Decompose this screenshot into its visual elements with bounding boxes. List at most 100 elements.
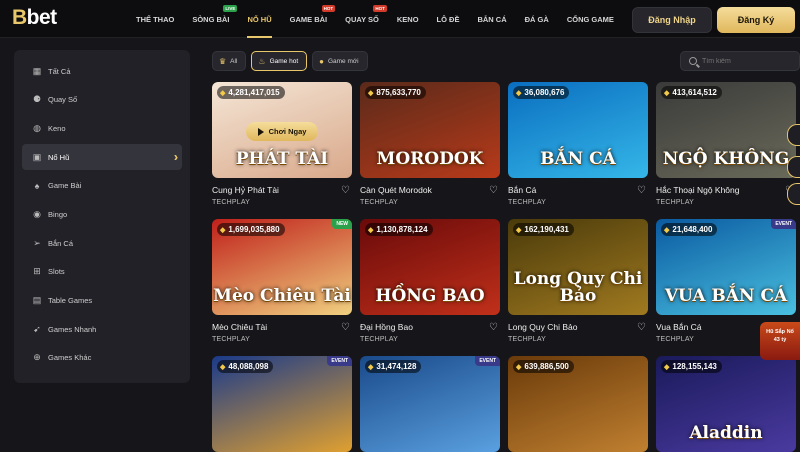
sidebar-item[interactable]: ▣Nổ Hũ››› — [22, 144, 182, 171]
game-provider: TECHPLAY — [508, 199, 547, 206]
game-tag: NEW — [332, 219, 352, 229]
game-tag: EVENT — [475, 356, 500, 366]
floating-chat-tab[interactable] — [787, 183, 800, 205]
game-card[interactable]: ◆ 48,088,098 EVENT — [212, 356, 352, 452]
nav-item[interactable]: GAME BÀI HOT — [289, 0, 336, 38]
nav-item[interactable]: SÒNG BÀI LIVE — [192, 0, 238, 38]
sidebar-item[interactable]: ⊕ Games Khác — [22, 345, 182, 371]
sidebar-item[interactable]: ◉ Bingo — [22, 201, 182, 227]
login-button[interactable]: Đăng Nhập — [632, 7, 712, 33]
game-card[interactable]: ◆ 128,155,143 Aladdin — [656, 356, 796, 452]
nav-item-label: NỔ HŨ — [247, 14, 272, 24]
game-thumbnail[interactable]: ◆ 48,088,098 EVENT — [212, 356, 352, 452]
diamond-icon: ◆ — [220, 89, 226, 97]
search-input[interactable] — [702, 57, 792, 65]
game-thumbnail[interactable]: ◆ 4,281,417,015 PHÁT TÀI Chơi Ngay — [212, 82, 352, 178]
game-thumbnail[interactable]: ◆ 31,474,128 EVENT — [360, 356, 500, 452]
game-thumbnail[interactable]: ◆ 21,648,400 EVENT VUA BẮN CÁ — [656, 219, 796, 315]
sidebar-item[interactable]: ➢ Bắn Cá — [22, 230, 182, 256]
sidebar-item[interactable]: ♠ Game Bài — [22, 173, 182, 199]
sidebar-item[interactable]: ⚈ Quay Số — [22, 87, 182, 113]
sidebar-item[interactable]: ◍ Keno — [22, 115, 182, 141]
heart-icon[interactable]: ♡ — [341, 322, 350, 333]
floating-support-tab[interactable] — [787, 124, 800, 146]
game-thumbnail[interactable]: ◆ 1,699,035,880 NEW Mèo Chiêu Tài — [212, 219, 352, 315]
register-button[interactable]: Đăng Ký — [717, 7, 795, 33]
sidebar-item-label: Tất Cả — [48, 66, 71, 76]
logo-letter: B — [12, 6, 27, 29]
play-icon — [257, 127, 264, 136]
game-card[interactable]: ◆ 875,633,770 MORODOK Càn Quét Morodok ♡ TECH… — [360, 82, 500, 206]
nav-item[interactable]: THỂ THAO — [136, 0, 174, 38]
game-art-title: Mèo Chiêu Tài — [213, 286, 351, 306]
game-thumbnail[interactable]: ◆ 128,155,143 Aladdin — [656, 356, 796, 452]
balls-icon: ⚈ — [32, 94, 42, 105]
game-thumbnail[interactable]: ◆ 1,130,878,124 HỒNG BAO — [360, 219, 500, 315]
diamond-icon: ◆ — [516, 89, 522, 97]
game-card[interactable]: ◆ 162,190,431 Long Quy Chi Bảo Long Quy Chi… — [508, 219, 648, 343]
nav-item[interactable]: QUAY SỐ HOT — [345, 0, 387, 38]
game-provider: TECHPLAY — [656, 199, 695, 206]
heart-icon[interactable]: ♡ — [489, 185, 498, 196]
flame-icon: ♨ — [258, 56, 266, 66]
nav-item-label: KENO — [396, 14, 419, 24]
diamond-icon: ◆ — [664, 89, 670, 97]
game-art-title: BẮN CÁ — [540, 149, 616, 169]
heart-icon[interactable]: ♡ — [341, 185, 350, 196]
filter-chip[interactable]: ♛ All — [212, 51, 247, 71]
diamond-icon: ◆ — [220, 363, 226, 371]
sidebar-item-label: Slots — [48, 267, 65, 277]
nav-item[interactable]: LÔ ĐỀ — [437, 0, 460, 38]
search-box[interactable] — [680, 51, 800, 71]
filter-chip[interactable]: ♨ Game hot — [251, 51, 308, 71]
sidebar-item[interactable]: ⊞ Slots — [22, 259, 182, 285]
filter-chip[interactable]: ● Game mới — [312, 51, 368, 71]
keno-icon: ◍ — [33, 122, 41, 133]
game-card[interactable]: ◆ 639,886,500 — [508, 356, 648, 452]
game-thumbnail[interactable]: ◆ 36,080,676 BẮN CÁ — [508, 82, 648, 178]
nav-item-label: SÒNG BÀI — [192, 14, 230, 24]
nav-item[interactable]: CỔNG GAME — [567, 0, 614, 38]
category-sidebar: ▦Tất Cả ⚈Quay Số◍Keno ▣Nổ Hũ›››♠Game Bài◉B… — [14, 50, 190, 383]
nav-item[interactable]: BẮN CÁ — [477, 0, 506, 38]
jackpot-value: 36,080,676 — [524, 88, 565, 97]
jackpot-badge: ◆ 1,699,035,880 — [217, 223, 285, 236]
play-now-button[interactable]: Chơi Ngay — [246, 122, 318, 141]
jackpot-promo-widget[interactable]: Hũ Sắp Nổ 43 tỷ — [760, 322, 800, 360]
game-name-row: Hắc Thoại Ngộ Không♡ — [656, 182, 796, 198]
game-art-title: HỒNG BAO — [375, 286, 485, 306]
game-card[interactable]: ◆ 4,281,417,015 PHÁT TÀI Chơi Ngay Cung Hỷ P… — [212, 82, 352, 206]
jackpot-value: 875,633,770 — [376, 88, 421, 97]
heart-icon[interactable]: ♡ — [489, 322, 498, 333]
game-card[interactable]: ◆ 31,474,128 EVENT — [360, 356, 500, 452]
sidebar-item-label: Nổ Hũ — [48, 152, 70, 162]
game-card[interactable]: ◆ 1,699,035,880 NEW Mèo Chiêu Tài Mèo Chiêu … — [212, 219, 352, 343]
game-thumbnail[interactable]: ◆ 639,886,500 — [508, 356, 648, 452]
jackpot-badge: ◆ 1,130,878,124 — [365, 223, 433, 236]
game-card[interactable]: ◆ 413,614,512 NGỘ KHÔNG Hắc Thoại Ngộ Không… — [656, 82, 796, 206]
game-thumbnail[interactable]: ◆ 162,190,431 Long Quy Chi Bảo — [508, 219, 648, 315]
nav-item-label: LÔ ĐỀ — [436, 14, 460, 24]
nav-item[interactable]: KENO — [397, 0, 419, 38]
nav-item-label: ĐÁ GÀ — [524, 14, 549, 24]
floating-download-tab[interactable] — [787, 156, 800, 178]
sidebar-item[interactable]: ➹ Games Nhanh — [22, 316, 182, 342]
game-card[interactable]: ◆ 36,080,676 BẮN CÁ Bắn Cá ♡ TECHPLAY — [508, 82, 648, 206]
game-thumbnail[interactable]: ◆ 875,633,770 MORODOK — [360, 82, 500, 178]
sidebar-item[interactable]: ▤ Table Games — [22, 288, 182, 314]
heart-icon[interactable]: ♡ — [637, 185, 646, 196]
nav-item[interactable]: ĐÁ GÀ — [525, 0, 549, 38]
nav-item[interactable]: NỔ HŨ — [247, 0, 272, 38]
promo-amount: 43 tỷ — [773, 337, 787, 343]
game-name-row: Cung Hỷ Phát Tài ♡ — [212, 182, 352, 198]
game-card[interactable]: ◆ 1,130,878,124 HỒNG BAO Đại Hồng Bao ♡ TECHP… — [360, 219, 500, 343]
nav-item-label: GAME BÀI — [289, 14, 328, 24]
sidebar-item[interactable]: ▦ Tất Cả — [22, 58, 182, 84]
game-name: Hắc Thoại Ngộ Không — [656, 185, 740, 195]
game-thumbnail[interactable]: ◆ 413,614,512 NGỘ KHÔNG — [656, 82, 796, 178]
brand-logo[interactable]: Bbet — [12, 6, 57, 30]
diamond-icon: ◆ — [220, 226, 226, 234]
game-provider: TECHPLAY — [212, 336, 251, 343]
filter-chip-label: Game hot — [269, 57, 299, 65]
heart-icon[interactable]: ♡ — [637, 322, 646, 333]
